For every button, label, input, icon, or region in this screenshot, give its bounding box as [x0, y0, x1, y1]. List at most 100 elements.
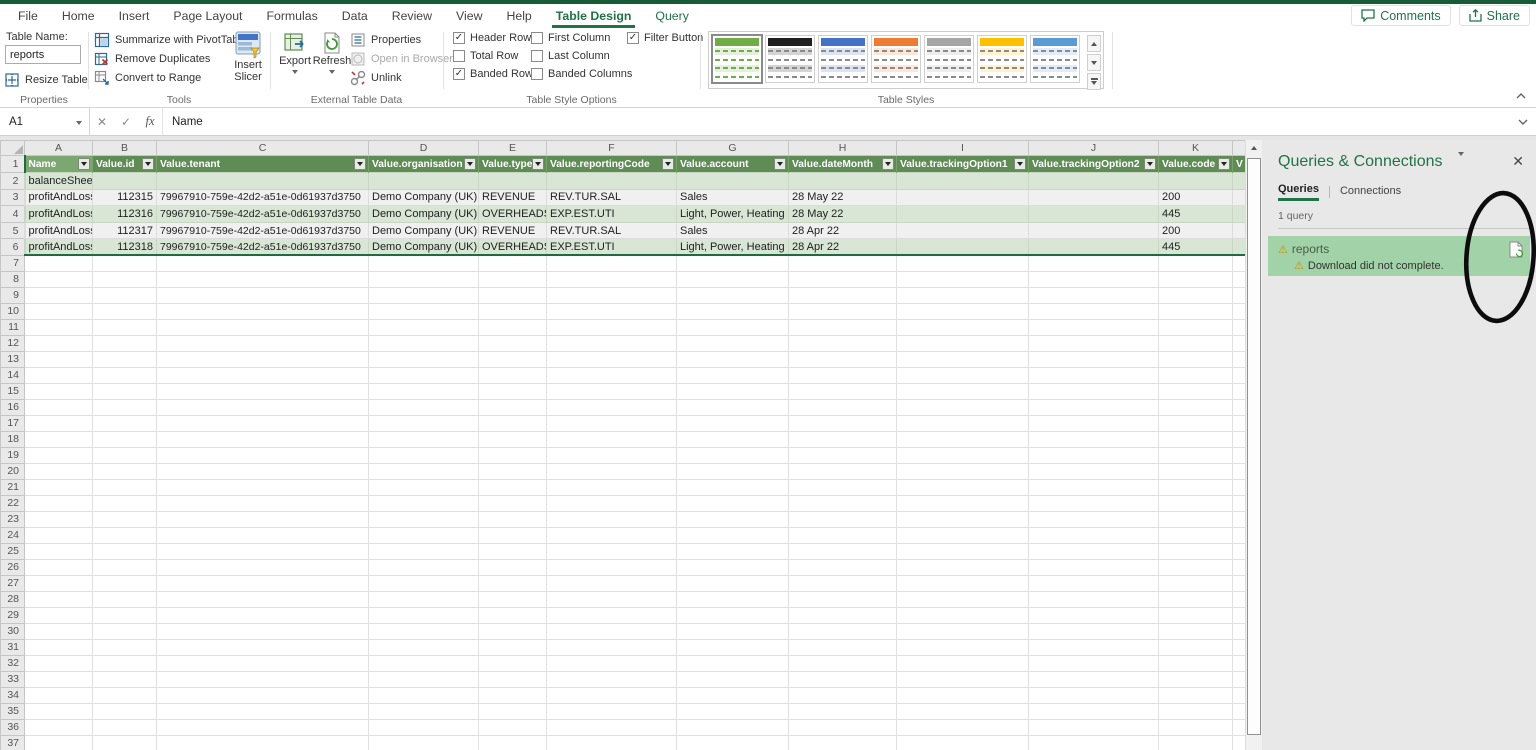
grid-cell[interactable]: [1159, 271, 1233, 287]
grid-cell[interactable]: [1233, 351, 1246, 367]
grid-cell[interactable]: [1233, 383, 1246, 399]
grid-cell[interactable]: [479, 415, 547, 431]
grid-cell[interactable]: [479, 527, 547, 543]
grid-cell[interactable]: [369, 319, 479, 335]
grid-cell[interactable]: [1029, 607, 1159, 623]
grid-cell[interactable]: [157, 383, 369, 399]
row-number[interactable]: 24: [1, 527, 25, 543]
grid-cell[interactable]: [897, 623, 1029, 639]
grid-cell[interactable]: Demo Company (UK): [369, 222, 479, 239]
grid-cell[interactable]: [369, 527, 479, 543]
grid-cell[interactable]: [479, 735, 547, 750]
grid-cell[interactable]: [1233, 671, 1246, 687]
grid-cell[interactable]: [157, 479, 369, 495]
grid-cell[interactable]: [1159, 367, 1233, 383]
grid-cell[interactable]: [25, 719, 93, 735]
grid-cell[interactable]: [1159, 591, 1233, 607]
table-style-swatch-gold[interactable]: [977, 35, 1027, 83]
grid-cell[interactable]: [479, 399, 547, 415]
grid-cell[interactable]: [547, 735, 677, 750]
grid-cell[interactable]: Light, Power, Heating: [677, 206, 789, 223]
grid-cell[interactable]: [1233, 415, 1246, 431]
grid-cell[interactable]: [1233, 655, 1246, 671]
grid-cell[interactable]: [677, 671, 789, 687]
grid-cell[interactable]: [93, 655, 157, 671]
grid-cell[interactable]: [1159, 463, 1233, 479]
share-button[interactable]: Share: [1459, 5, 1530, 26]
grid-cell[interactable]: [897, 687, 1029, 703]
grid-cell[interactable]: [677, 703, 789, 719]
grid-cell[interactable]: [25, 399, 93, 415]
formula-input[interactable]: Name: [162, 108, 1510, 135]
grid-cell[interactable]: [1233, 239, 1246, 256]
column-letter[interactable]: I: [897, 141, 1029, 156]
grid-cell[interactable]: [897, 239, 1029, 256]
panel-dropdown-caret[interactable]: [1458, 156, 1464, 174]
grid-cell[interactable]: [369, 559, 479, 575]
row-number[interactable]: 3: [1, 189, 25, 206]
grid-cell[interactable]: [789, 511, 897, 527]
grid-cell[interactable]: [93, 735, 157, 750]
grid-cell[interactable]: [1029, 271, 1159, 287]
grid-cell[interactable]: 28 May 22: [789, 206, 897, 223]
grid-cell[interactable]: [1233, 527, 1246, 543]
grid-cell[interactable]: [547, 255, 677, 271]
row-number[interactable]: 30: [1, 623, 25, 639]
grid-cell[interactable]: [677, 287, 789, 303]
grid-cell[interactable]: [25, 335, 93, 351]
grid-cell[interactable]: [789, 431, 897, 447]
grid-cell[interactable]: [897, 431, 1029, 447]
grid-cell[interactable]: [677, 415, 789, 431]
grid-cell[interactable]: [1029, 623, 1159, 639]
grid-cell[interactable]: [479, 703, 547, 719]
table-header-cell-partial[interactable]: V: [1233, 156, 1246, 173]
grid-cell[interactable]: [1233, 511, 1246, 527]
grid-cell[interactable]: [1159, 447, 1233, 463]
grid-cell[interactable]: [1029, 719, 1159, 735]
grid-cell[interactable]: [369, 287, 479, 303]
grid-cell[interactable]: [93, 511, 157, 527]
row-number[interactable]: 17: [1, 415, 25, 431]
grid-cell[interactable]: [25, 527, 93, 543]
checkbox-banded-rows[interactable]: Banded Rows: [453, 68, 539, 80]
grid-cell[interactable]: [897, 383, 1029, 399]
grid-cell[interactable]: [93, 463, 157, 479]
grid-cell[interactable]: [93, 399, 157, 415]
grid-cell[interactable]: [1233, 447, 1246, 463]
enter-button[interactable]: ✓: [114, 108, 138, 135]
grid-cell[interactable]: [369, 271, 479, 287]
grid-cell[interactable]: [369, 735, 479, 750]
insert-slicer-button[interactable]: Insert Slicer: [228, 31, 268, 83]
grid-cell[interactable]: [677, 495, 789, 511]
row-number[interactable]: 6: [1, 239, 25, 256]
table-style-swatch-blue[interactable]: [818, 35, 868, 83]
grid-cell[interactable]: [1029, 383, 1159, 399]
grid-cell[interactable]: [157, 543, 369, 559]
query-list-item-reports[interactable]: ⚠reports ⚠Download did not complete.: [1268, 236, 1530, 276]
grid-cell[interactable]: [1233, 255, 1246, 271]
grid-cell[interactable]: [1029, 239, 1159, 256]
grid-cell[interactable]: [1159, 575, 1233, 591]
grid-cell[interactable]: Light, Power, Heating: [677, 239, 789, 256]
grid-cell[interactable]: [789, 463, 897, 479]
grid-cell[interactable]: [547, 447, 677, 463]
grid-cell[interactable]: [897, 206, 1029, 223]
grid-cell[interactable]: [1029, 527, 1159, 543]
grid-cell[interactable]: [369, 703, 479, 719]
column-letter[interactable]: G: [677, 141, 789, 156]
grid-cell[interactable]: [479, 287, 547, 303]
table-header-cell[interactable]: Value.tenant: [157, 156, 369, 173]
grid-cell[interactable]: [789, 527, 897, 543]
grid-cell[interactable]: [25, 543, 93, 559]
row-number[interactable]: 14: [1, 367, 25, 383]
table-header-cell[interactable]: Value.reportingCode: [547, 156, 677, 173]
grid-cell[interactable]: [789, 607, 897, 623]
grid-cell[interactable]: [677, 431, 789, 447]
tab-page-layout[interactable]: Page Layout: [161, 4, 254, 28]
grid-cell[interactable]: Demo Company (UK): [369, 189, 479, 206]
grid-cell[interactable]: [1233, 399, 1246, 415]
grid-cell[interactable]: [93, 671, 157, 687]
grid-cell[interactable]: [479, 575, 547, 591]
grid-cell[interactable]: [157, 335, 369, 351]
grid-cell[interactable]: [1233, 189, 1246, 206]
